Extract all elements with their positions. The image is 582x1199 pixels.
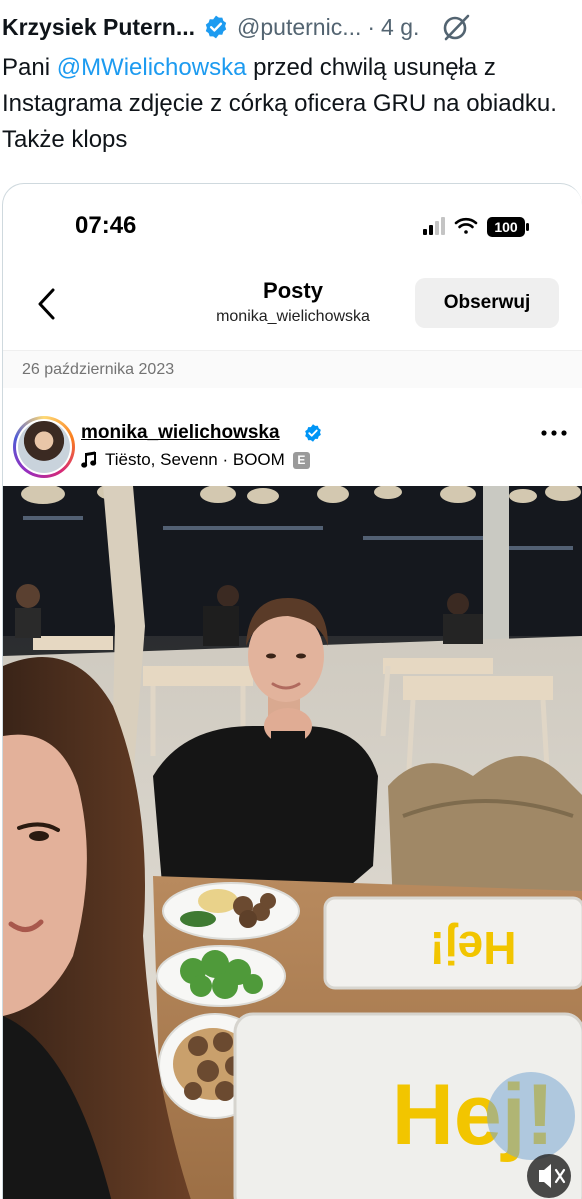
grok-icon[interactable]	[441, 12, 471, 42]
mute-icon	[527, 1154, 571, 1198]
status-bar-icons: 100	[423, 217, 529, 237]
signal-icon	[423, 217, 445, 235]
follow-button[interactable]: Obserwuj	[415, 278, 559, 328]
separator-dot: ·	[367, 13, 376, 40]
battery-icon: 100	[487, 217, 529, 237]
tweet-text: Pani @MWielichowska przed chwilą usunęła…	[2, 50, 572, 158]
more-options-icon[interactable]	[541, 428, 567, 438]
verified-badge-icon	[305, 424, 321, 442]
music-note-icon	[81, 451, 97, 468]
verified-badge-icon	[205, 15, 227, 39]
music-label: Tiësto, Sevenn · BOOM	[105, 450, 285, 469]
nav-subtitle: monika_wielichowska	[216, 308, 370, 325]
tweet-text-before: Pani	[2, 54, 57, 81]
post-header: monika_wielichowska Tiësto, Sevenn · BOO…	[3, 398, 582, 482]
date-section: 26 października 2023	[3, 350, 582, 388]
embedded-screenshot[interactable]: 07:46 100 Posty monika_wielichowska Obse…	[2, 183, 582, 1199]
nav-title: Posty	[263, 278, 323, 303]
tweet-header: Krzysiek Putern... @puternic... · 4 g.	[0, 0, 582, 54]
post-photo[interactable]: Hej! Hej!	[3, 486, 582, 1199]
post-date: 26 października 2023	[22, 361, 175, 378]
mention-link[interactable]: @MWielichowska	[57, 54, 247, 81]
tray-text-top: Hej!	[430, 922, 517, 974]
wifi-icon	[454, 217, 478, 234]
post-username[interactable]: monika_wielichowska	[81, 422, 280, 444]
avatar[interactable]	[13, 416, 75, 478]
author-handle[interactable]: @puternic...	[237, 14, 361, 41]
back-arrow-icon[interactable]	[33, 284, 63, 324]
explicit-badge: E	[292, 451, 310, 469]
author-name[interactable]: Krzysiek Putern...	[2, 14, 195, 41]
status-bar-time: 07:46	[75, 212, 137, 239]
post-music[interactable]: Tiësto, Sevenn · BOOM E	[81, 450, 310, 470]
battery-level: 100	[494, 219, 518, 235]
tweet-time[interactable]: 4 g.	[381, 14, 419, 41]
